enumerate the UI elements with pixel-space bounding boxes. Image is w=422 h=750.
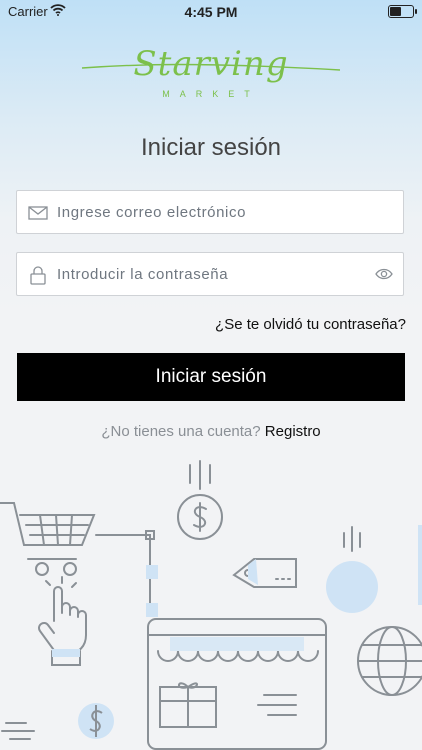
connector-lines (95, 530, 155, 606)
globe-icon (357, 626, 422, 696)
email-field[interactable] (16, 190, 404, 234)
eye-icon[interactable] (375, 266, 393, 282)
shopping-illustration (0, 460, 422, 750)
dollar-coin-icon (177, 460, 223, 540)
cuff-accent (52, 649, 80, 657)
signup-question: ¿No tienes una cuenta? (101, 423, 261, 440)
logo-subtitle: MARKET (162, 89, 260, 99)
battery-icon (388, 5, 417, 18)
status-bar: Carrier 4:45 PM (0, 0, 422, 22)
cart-icon (0, 502, 96, 576)
password-input[interactable] (57, 253, 357, 295)
decorative-lines (1, 722, 35, 740)
login-button[interactable]: Iniciar sesión (17, 353, 405, 401)
store-awning-fill (170, 637, 304, 651)
status-time: 4:45 PM (184, 4, 238, 20)
signup-row: ¿No tienes una cuenta? Registro (0, 423, 422, 440)
page-title: Iniciar sesión (140, 134, 282, 161)
email-input[interactable] (57, 191, 357, 233)
app-logo: Starving MARKET (78, 44, 344, 106)
right-edge-accent (418, 525, 422, 605)
blue-square-top (146, 565, 158, 579)
signup-link[interactable]: Registro (265, 423, 321, 440)
lock-icon (30, 266, 46, 285)
password-field[interactable] (16, 252, 404, 296)
blue-square-bottom (146, 603, 158, 617)
blue-circle (326, 561, 378, 613)
coin-lines-icon (343, 526, 361, 552)
logo-script-text: Starving (133, 44, 289, 84)
forgot-password-link[interactable]: ¿Se te olvidó tu contraseña? (215, 316, 406, 333)
envelope-icon (28, 206, 48, 220)
price-tag-icon (232, 558, 297, 588)
